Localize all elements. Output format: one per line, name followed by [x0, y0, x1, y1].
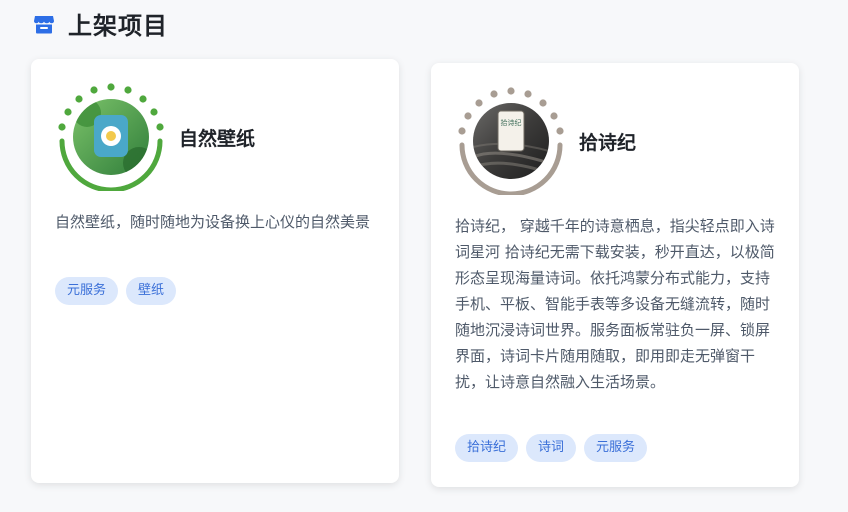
tag-list: 元服务 壁纸	[55, 277, 177, 305]
project-card-nature-wallpaper[interactable]: 自然壁纸 自然壁纸，随时随地为设备换上心仪的自然美景 元服务 壁纸	[31, 59, 399, 483]
nature-wallpaper-app-icon	[58, 83, 164, 191]
store-icon	[34, 15, 54, 33]
page-header: 上架项目	[32, 6, 168, 41]
tag[interactable]: 元服务	[584, 434, 648, 462]
app-description: 拾诗纪， 穿越千年的诗意栖息，指尖轻点即入诗词星河 拾诗纪无需下载安装，秒开直达…	[455, 217, 775, 391]
project-card-poetry[interactable]: 拾诗纪 拾诗纪 拾诗纪， 穿越千年的诗意栖息，指尖轻点即入诗词星河 拾诗纪无需下…	[431, 63, 799, 487]
tag[interactable]: 诗词	[526, 434, 577, 462]
tag[interactable]: 元服务	[55, 277, 119, 305]
tag[interactable]: 拾诗纪	[455, 434, 519, 462]
app-name[interactable]: 拾诗纪	[579, 128, 636, 155]
app-header: 拾诗纪 拾诗纪	[457, 87, 636, 195]
poetry-logo-text: 拾诗纪	[501, 118, 522, 127]
app-header: 自然壁纸	[57, 83, 255, 191]
page-title: 上架项目	[68, 12, 168, 40]
app-name[interactable]: 自然壁纸	[179, 124, 255, 151]
poetry-app-icon: 拾诗纪	[458, 87, 564, 195]
tag[interactable]: 壁纸	[126, 277, 177, 305]
tag-list: 拾诗纪 诗词 元服务	[455, 434, 648, 462]
app-description: 自然壁纸，随时随地为设备换上心仪的自然美景	[55, 213, 371, 231]
